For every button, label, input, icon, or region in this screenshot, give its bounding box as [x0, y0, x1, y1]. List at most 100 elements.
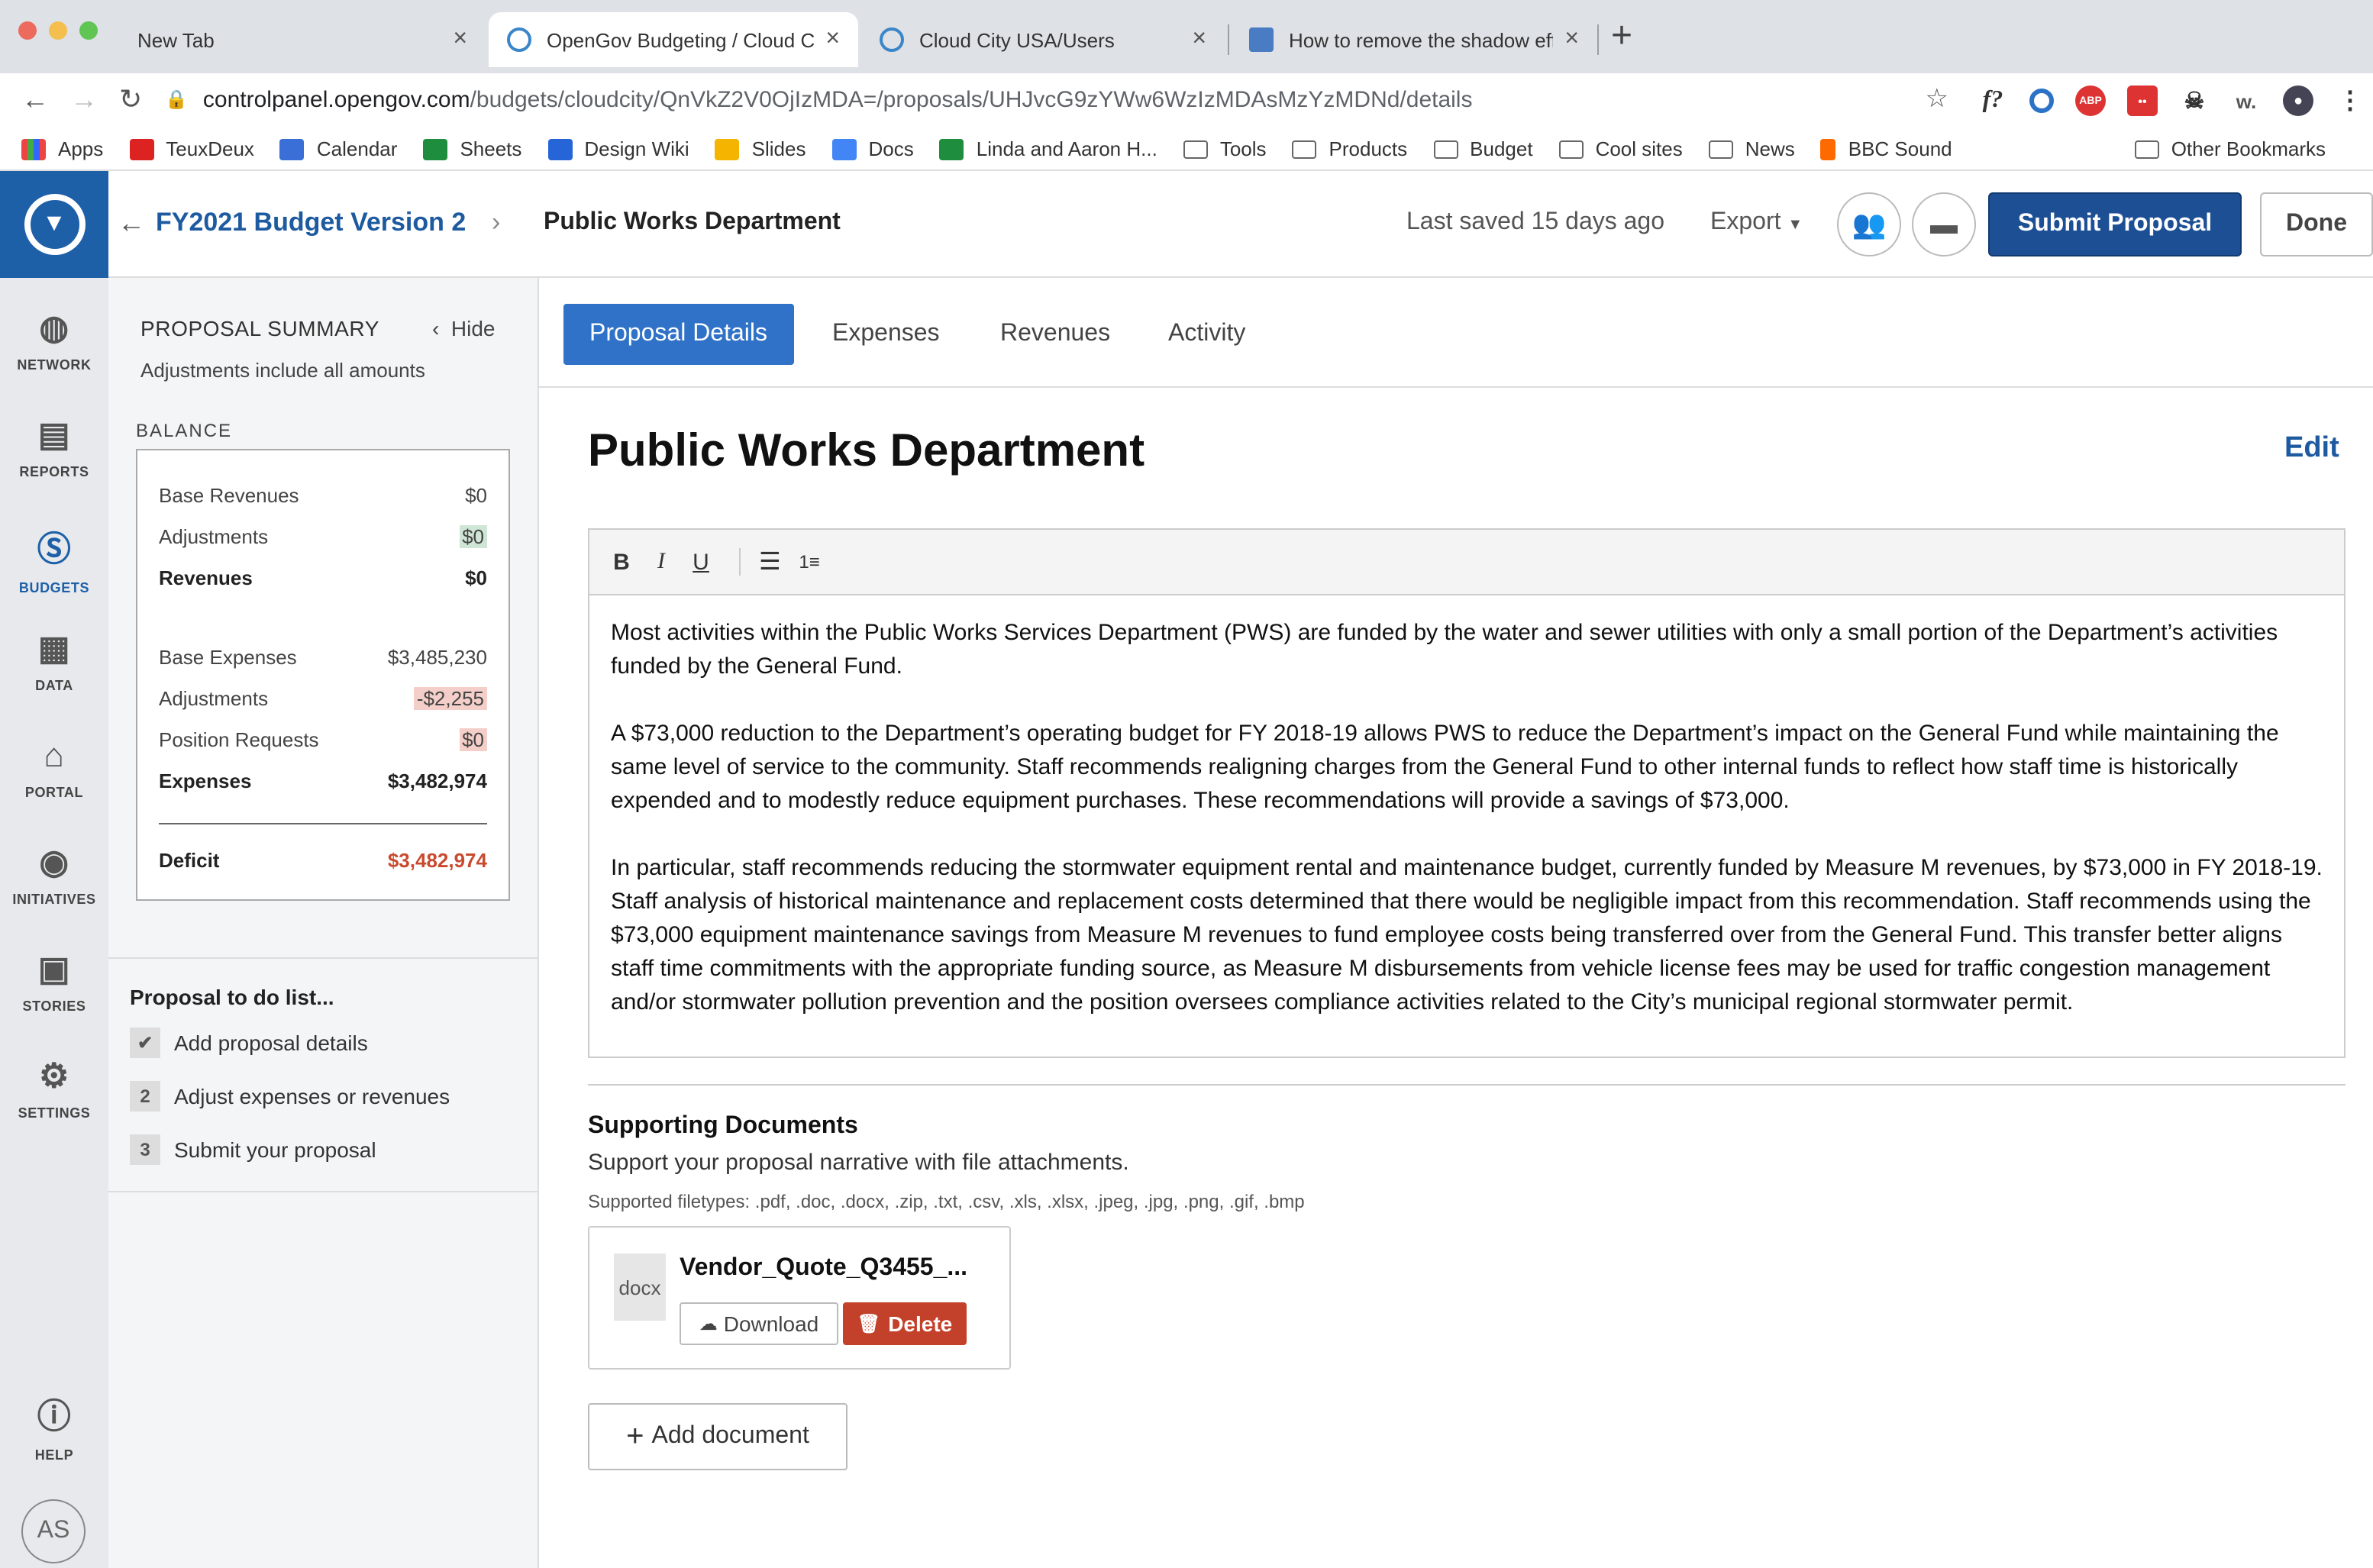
close-tab-icon[interactable]: × [1564, 26, 1579, 53]
back-arrow-icon[interactable]: ← [118, 208, 145, 240]
hide-sidebar-button[interactable]: ‹ Hide [432, 316, 496, 340]
toolbar-divider [739, 548, 741, 576]
supported-filetypes: Supported filetypes: .pdf, .doc, .docx, … [588, 1191, 1305, 1212]
bookmark-apps[interactable]: Apps [21, 137, 103, 160]
tab-revenues[interactable]: Revenues [974, 304, 1136, 365]
rail-item-settings[interactable]: ⚙ SETTINGS [0, 1057, 108, 1121]
caret-down-icon: ▼ [1787, 217, 1803, 234]
todo-item[interactable]: 3 Submit your proposal [130, 1134, 376, 1165]
rail-item-portal[interactable]: ⌂ PORTAL [0, 736, 108, 800]
page-header: ← FY2021 Budget Version 2 › Public Works… [108, 171, 2373, 278]
bookmark-cool-sites[interactable]: Cool sites [1558, 137, 1683, 160]
opengov-app: ▼ ◍ NETWORK ▤ REPORTS Ⓢ BUDGETS ▦ DATA ⌂ PORT… [0, 171, 2373, 1568]
narrative-paragraph: In particular, staff recommends reducing… [611, 855, 2323, 1015]
editor-body[interactable]: Most activities within the Public Works … [589, 595, 2344, 1075]
bookmark-calendar[interactable]: Calendar [279, 137, 397, 160]
w-extension-icon[interactable]: w. [2231, 85, 2262, 116]
folder-icon [1558, 140, 1584, 158]
todo-item[interactable]: ✔ Add proposal details [130, 1028, 368, 1058]
url-field[interactable]: 🔒 controlpanel.opengov.com/budgets/cloud… [165, 76, 1964, 122]
close-window-button[interactable] [18, 21, 37, 40]
italic-icon[interactable]: I [651, 549, 672, 575]
download-button[interactable]: ☁ Download [680, 1302, 838, 1345]
back-arrow-icon[interactable]: ← [21, 84, 49, 116]
circle-extension-icon[interactable] [2029, 89, 2054, 113]
rail-item-stories[interactable]: ▣ STORIES [0, 950, 108, 1014]
maximize-window-button[interactable] [79, 21, 98, 40]
bookmark-linda-aaron[interactable]: Linda and Aaron H... [939, 137, 1157, 160]
bookmark-teuxdeux[interactable]: TeuxDeux [129, 137, 254, 160]
submit-proposal-button[interactable]: Submit Proposal [1988, 192, 2242, 256]
narrative-editor[interactable]: B I U ☰ 1≡ Most activities within the Pu… [588, 528, 2346, 1058]
supporting-docs-title: Supporting Documents [588, 1113, 858, 1139]
bookmark-bbc-sound[interactable]: BBC Sound [1820, 137, 1952, 160]
close-tab-icon[interactable]: × [1192, 26, 1206, 53]
comments-button[interactable]: ▬ [1912, 192, 1976, 256]
bookmark-design-wiki[interactable]: Design Wiki [547, 137, 689, 160]
browser-tab-opengov[interactable]: OpenGov Budgeting / Cloud Ci × [489, 12, 858, 67]
tab-expenses[interactable]: Expenses [806, 304, 966, 365]
minimize-window-button[interactable] [49, 21, 67, 40]
breadcrumb-budget-link[interactable]: FY2021 Budget Version 2 [156, 208, 466, 238]
counter-extension-icon[interactable]: •• [2127, 85, 2158, 116]
bullet-list-icon[interactable]: ☰ [759, 547, 781, 577]
add-document-button[interactable]: + Add document [588, 1403, 848, 1470]
dollar-icon: Ⓢ [37, 530, 72, 568]
numbered-list-icon[interactable]: 1≡ [799, 551, 820, 573]
bookmark-docs[interactable]: Docs [831, 137, 914, 160]
user-avatar[interactable]: AS [21, 1499, 86, 1563]
collaborators-button[interactable]: 👥 [1837, 192, 1901, 256]
bookmark-slides[interactable]: Slides [715, 137, 806, 160]
main-content: Proposal Details Expenses Revenues Activ… [539, 278, 2373, 1568]
summary-subtitle: Adjustments include all amounts [140, 359, 425, 382]
export-dropdown[interactable]: Export ▼ [1710, 209, 1803, 237]
todo-item[interactable]: 2 Adjust expenses or revenues [130, 1081, 450, 1111]
menu-kebab-icon[interactable]: ⋮ [2335, 85, 2365, 116]
new-tab-icon[interactable]: + [1611, 15, 1632, 58]
rail-item-budgets[interactable]: Ⓢ BUDGETS [0, 522, 108, 595]
reload-icon[interactable]: ↻ [119, 84, 142, 116]
last-saved-text: Last saved 15 days ago [1406, 209, 1665, 235]
left-rail: ▼ ◍ NETWORK ▤ REPORTS Ⓢ BUDGETS ▦ DATA ⌂ PORT… [0, 171, 108, 1568]
bookmark-news[interactable]: News [1708, 137, 1795, 160]
lock-icon: 🔒 [165, 89, 188, 110]
pirate-extension-icon[interactable]: ☠ [2179, 85, 2210, 116]
rail-item-network[interactable]: ◍ NETWORK [0, 308, 108, 373]
sidebar-divider [108, 957, 539, 959]
browser-tab-shadow[interactable]: How to remove the shadow eff × [1231, 12, 1597, 67]
bookmark-tools[interactable]: Tools [1183, 137, 1267, 160]
document-name[interactable]: Vendor_Quote_Q3455_... [680, 1255, 967, 1282]
tab-proposal-details[interactable]: Proposal Details [563, 304, 793, 365]
profile-avatar-icon[interactable]: ● [2283, 85, 2313, 116]
chevron-right-icon: › [492, 208, 501, 237]
browser-tab-users[interactable]: Cloud City USA/Users × [861, 12, 1225, 67]
rail-item-reports[interactable]: ▤ REPORTS [0, 415, 108, 479]
narrative-paragraph: A $73,000 reduction to the Department’s … [611, 721, 2279, 814]
bookmark-budget[interactable]: Budget [1433, 137, 1533, 160]
data-icon: ▦ [37, 629, 71, 667]
delete-button[interactable]: 🗑 Delete [843, 1302, 967, 1345]
proposal-summary-sidebar: PROPOSAL SUMMARY ‹ Hide Adjustments incl… [108, 278, 539, 1568]
bookmark-sheets[interactable]: Sheets [423, 137, 521, 160]
base-revenues-row: Base Revenues $0 [159, 484, 487, 507]
rail-item-data[interactable]: ▦ DATA [0, 629, 108, 693]
rail-item-initiatives[interactable]: ◉ INITIATIVES [0, 843, 108, 907]
rail-item-help[interactable]: ⓘ HELP [0, 1389, 108, 1463]
edit-button[interactable]: Edit [2284, 432, 2339, 466]
forward-arrow-icon[interactable]: → [70, 84, 98, 116]
underline-icon[interactable]: U [690, 549, 712, 575]
bookmark-products[interactable]: Products [1292, 137, 1407, 160]
formula-extension-icon[interactable]: f? [1978, 85, 2008, 116]
bookmark-star-icon[interactable]: ☆ [1926, 84, 1949, 115]
tab-activity[interactable]: Activity [1142, 304, 1271, 365]
opengov-logo[interactable]: ▼ [0, 171, 108, 278]
done-button[interactable]: Done [2260, 192, 2373, 256]
bold-icon[interactable]: B [611, 549, 632, 575]
adblock-extension-icon[interactable]: ABP [2075, 85, 2106, 116]
opengov-favicon-icon [880, 27, 904, 52]
calendar-icon [279, 138, 305, 160]
bookmark-other[interactable]: Other Bookmarks [2134, 137, 2326, 160]
close-tab-icon[interactable]: × [825, 26, 840, 53]
browser-tab-new[interactable]: New Tab × [119, 12, 486, 67]
close-tab-icon[interactable]: × [453, 26, 467, 53]
